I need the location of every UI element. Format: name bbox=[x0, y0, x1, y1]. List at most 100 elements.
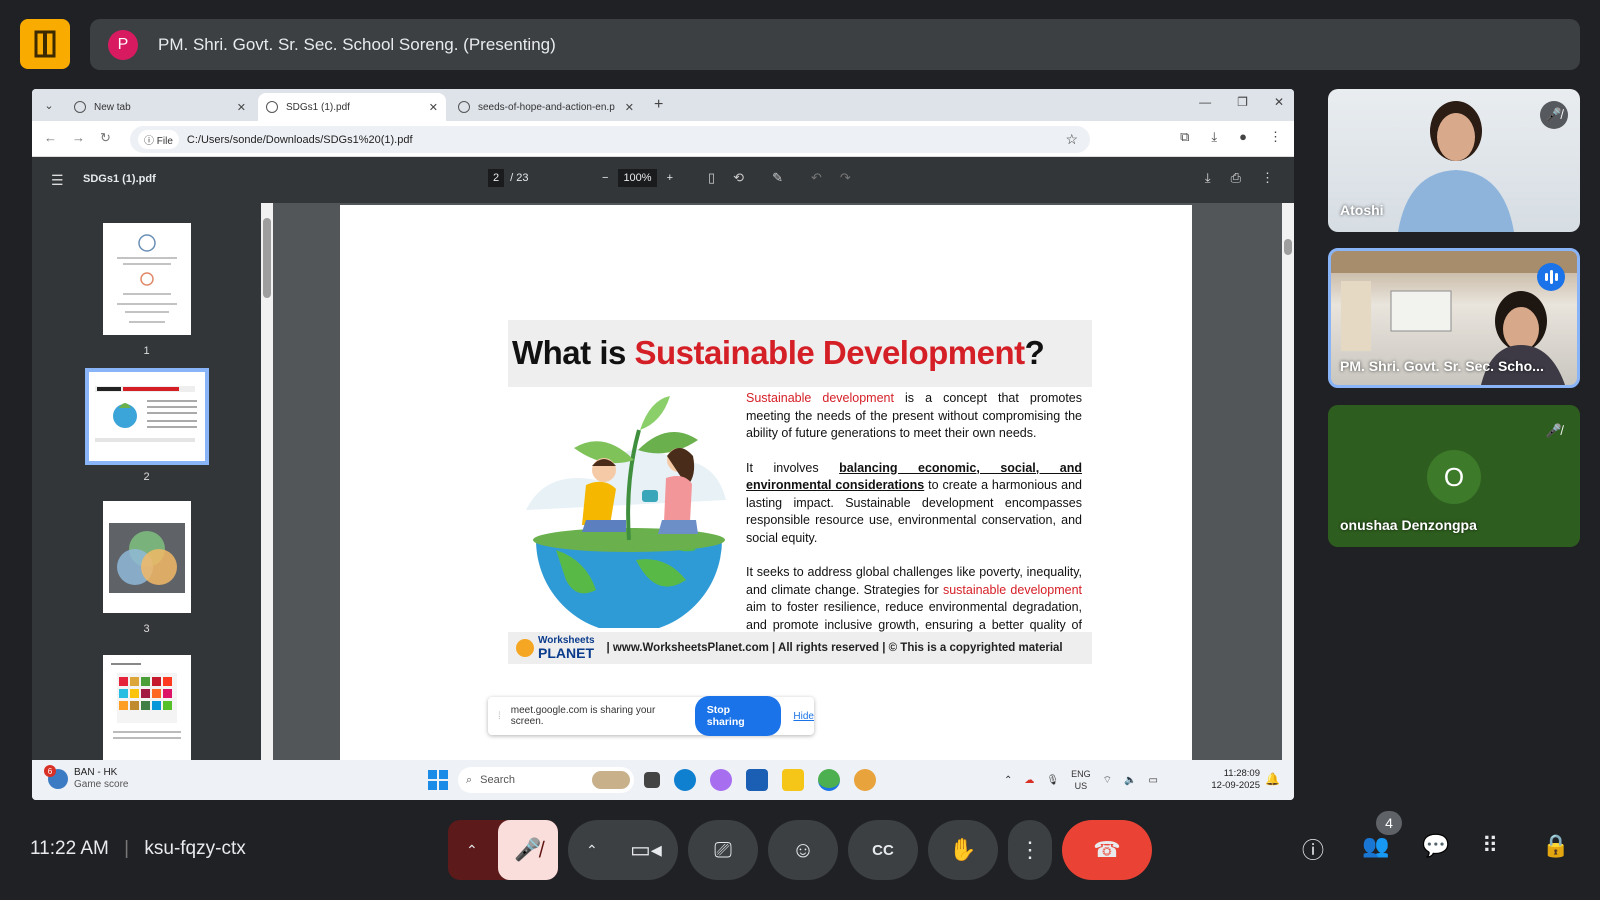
extensions-icon[interactable]: ⧉ bbox=[1180, 129, 1189, 145]
undo-icon[interactable]: ↶ bbox=[811, 170, 822, 186]
mic-off-button[interactable]: 🎤̸ bbox=[498, 820, 558, 880]
people-icon[interactable]: 👥 bbox=[1362, 833, 1389, 859]
battery-icon[interactable]: ▭ bbox=[1148, 775, 1157, 786]
raise-hand-button[interactable]: ✋ bbox=[928, 820, 998, 880]
participant-name: PM. Shri. Govt. Sr. Sec. Scho... bbox=[1340, 358, 1544, 374]
camera-control-group: ⌃ ▭◂ bbox=[568, 820, 678, 880]
hand-icon: ✋ bbox=[949, 837, 977, 862]
address-bar[interactable]: ⓘ File C:/Users/sonde/Downloads/SDGs1%20… bbox=[130, 126, 1090, 153]
redo-icon[interactable]: ↷ bbox=[840, 170, 851, 186]
tab-seeds-of-hope[interactable]: seeds-of-hope-and-action-en.p ✕ bbox=[450, 93, 642, 121]
fit-page-icon[interactable]: ▯ bbox=[708, 170, 715, 186]
globe-icon bbox=[458, 101, 470, 113]
chrome-profile-icon[interactable] bbox=[854, 769, 876, 791]
more-options-icon[interactable]: ⋮ bbox=[1261, 170, 1274, 186]
close-icon[interactable]: ✕ bbox=[429, 101, 438, 114]
new-tab-icon[interactable]: + bbox=[654, 96, 663, 114]
slide-paragraph-1: Sustainable development is a concept tha… bbox=[746, 390, 1082, 443]
main-scroll-thumb[interactable] bbox=[1284, 239, 1292, 255]
chevron-up-icon[interactable]: ⌃ bbox=[1004, 775, 1012, 786]
language-indicator[interactable]: ENG US bbox=[1071, 768, 1091, 792]
chat-icon[interactable]: 💬 bbox=[1422, 833, 1449, 859]
forward-icon[interactable]: → bbox=[72, 130, 85, 145]
copilot-icon[interactable] bbox=[710, 769, 732, 791]
thumbnail-page-3[interactable] bbox=[103, 501, 191, 613]
clock-time: 11:28:09 bbox=[1223, 768, 1260, 779]
wifi-icon[interactable]: ⌔ bbox=[1103, 774, 1112, 787]
p3-highlight: sustainable development bbox=[942, 582, 1082, 597]
edge-icon[interactable] bbox=[674, 769, 696, 791]
host-controls-icon[interactable]: 🔒 bbox=[1542, 833, 1569, 859]
restore-icon[interactable]: ❐ bbox=[1237, 95, 1248, 109]
taskbar-clock[interactable]: 11:28:09 12-09-2025 bbox=[1211, 768, 1260, 792]
volume-icon[interactable]: 🔈 bbox=[1124, 775, 1136, 786]
bookmark-star-icon[interactable]: ☆ bbox=[1065, 131, 1078, 148]
thumbnail-page-2-selected[interactable] bbox=[85, 368, 209, 465]
hamburger-menu-icon[interactable]: ☰ bbox=[51, 172, 64, 189]
tab-pdf[interactable]: SDGs1 (1).pdf ✕ bbox=[258, 93, 446, 121]
meeting-time: 11:22 AM bbox=[30, 838, 109, 859]
stop-sharing-button[interactable]: Stop sharing bbox=[694, 696, 782, 736]
toolbar-icons: ⧉ ⤓ ● ⋮ bbox=[1180, 129, 1282, 145]
mic-off-icon: 🎤̸ bbox=[1545, 423, 1563, 438]
camera-options-chevron-icon[interactable]: ⌃ bbox=[586, 842, 598, 859]
download-icon[interactable]: ⤓ bbox=[1205, 170, 1211, 186]
store-icon[interactable] bbox=[746, 769, 768, 791]
globe-icon bbox=[74, 101, 86, 113]
zoom-out-icon[interactable]: − bbox=[602, 172, 608, 184]
zoom-input[interactable]: 100% bbox=[618, 169, 657, 187]
annotate-icon[interactable]: ✎ bbox=[772, 170, 783, 186]
participant-tile-atoshi[interactable]: 🎤̸ Atoshi bbox=[1328, 89, 1580, 232]
thumbnail-page-1[interactable] bbox=[103, 223, 191, 335]
widget-badge: 6 bbox=[44, 765, 56, 777]
captions-button[interactable]: CC bbox=[848, 820, 918, 880]
task-view-icon[interactable] bbox=[644, 772, 660, 788]
download-icon[interactable]: ⤓ bbox=[1211, 129, 1217, 145]
share-message: meet.google.com is sharing your screen. bbox=[510, 705, 656, 727]
hide-link[interactable]: Hide bbox=[793, 711, 814, 722]
slide-content: What is Sustainable Development? Sustain… bbox=[508, 320, 1092, 665]
onedrive-icon[interactable]: ☁ bbox=[1024, 775, 1034, 786]
presenter-label: PM. Shri. Govt. Sr. Sec. School Soreng. … bbox=[158, 34, 556, 54]
activities-grid-icon[interactable]: ⠿ bbox=[1482, 833, 1498, 859]
page-number-input[interactable]: 2 bbox=[488, 169, 505, 187]
earth-plant-illustration bbox=[526, 396, 726, 628]
drag-handle-icon[interactable]: ⁞ bbox=[498, 711, 501, 722]
tab-search-icon[interactable]: ⌄ bbox=[40, 96, 58, 114]
taskbar-search[interactable]: ⌕ Search bbox=[458, 767, 634, 793]
file-chip[interactable]: ⓘ File bbox=[138, 130, 179, 149]
zoom-in-icon[interactable]: + bbox=[667, 172, 673, 184]
notification-bell-icon[interactable]: 🔔 bbox=[1265, 772, 1280, 786]
camera-button[interactable]: ▭◂ bbox=[630, 837, 662, 863]
participant-tile-onushaa[interactable]: O 🎤̸ onushaa Denzongpa bbox=[1328, 405, 1580, 547]
chrome-icon[interactable] bbox=[818, 769, 840, 791]
mic-options-chevron-icon[interactable]: ⌃ bbox=[466, 842, 478, 859]
reactions-button[interactable]: ☺ bbox=[768, 820, 838, 880]
reload-icon[interactable]: ↻ bbox=[100, 130, 111, 146]
leave-call-button[interactable]: ☎ bbox=[1062, 820, 1152, 880]
microphone-icon[interactable]: 🎙 bbox=[1046, 775, 1059, 786]
profile-avatar-icon[interactable]: ● bbox=[1239, 129, 1247, 145]
info-icon: ⓘ bbox=[144, 136, 157, 147]
tab-new-tab[interactable]: New tab ✕ bbox=[66, 93, 254, 121]
windows-start-icon[interactable] bbox=[428, 770, 448, 790]
widgets-score[interactable]: 6 BAN - HK Game score bbox=[44, 765, 128, 791]
back-icon[interactable]: ← bbox=[44, 130, 57, 145]
toolbar: ← → ↻ ⓘ File C:/Users/sonde/Downloads/SD… bbox=[32, 121, 1294, 157]
present-button[interactable]: ⎚ bbox=[688, 820, 758, 880]
menu-kebab-icon[interactable]: ⋮ bbox=[1269, 129, 1282, 145]
rotate-icon[interactable]: ⟲ bbox=[733, 170, 744, 186]
close-window-icon[interactable]: ✕ bbox=[1274, 95, 1284, 109]
thumbnail-page-4[interactable] bbox=[103, 655, 191, 760]
sports-icon: 6 bbox=[44, 765, 68, 789]
main-scrollbar[interactable] bbox=[1282, 203, 1294, 760]
more-options-button[interactable]: ⋮ bbox=[1008, 820, 1052, 880]
meeting-info-icon[interactable]: ⓘ bbox=[1302, 833, 1324, 865]
sidebar-scroll-thumb[interactable] bbox=[263, 218, 271, 298]
file-explorer-icon[interactable] bbox=[782, 769, 804, 791]
close-icon[interactable]: ✕ bbox=[237, 101, 246, 114]
minimize-icon[interactable]: — bbox=[1199, 95, 1211, 109]
print-icon[interactable]: ⎙ bbox=[1231, 170, 1241, 186]
participant-tile-school[interactable]: PM. Shri. Govt. Sr. Sec. Scho... bbox=[1328, 248, 1580, 388]
close-icon[interactable]: ✕ bbox=[625, 101, 634, 114]
